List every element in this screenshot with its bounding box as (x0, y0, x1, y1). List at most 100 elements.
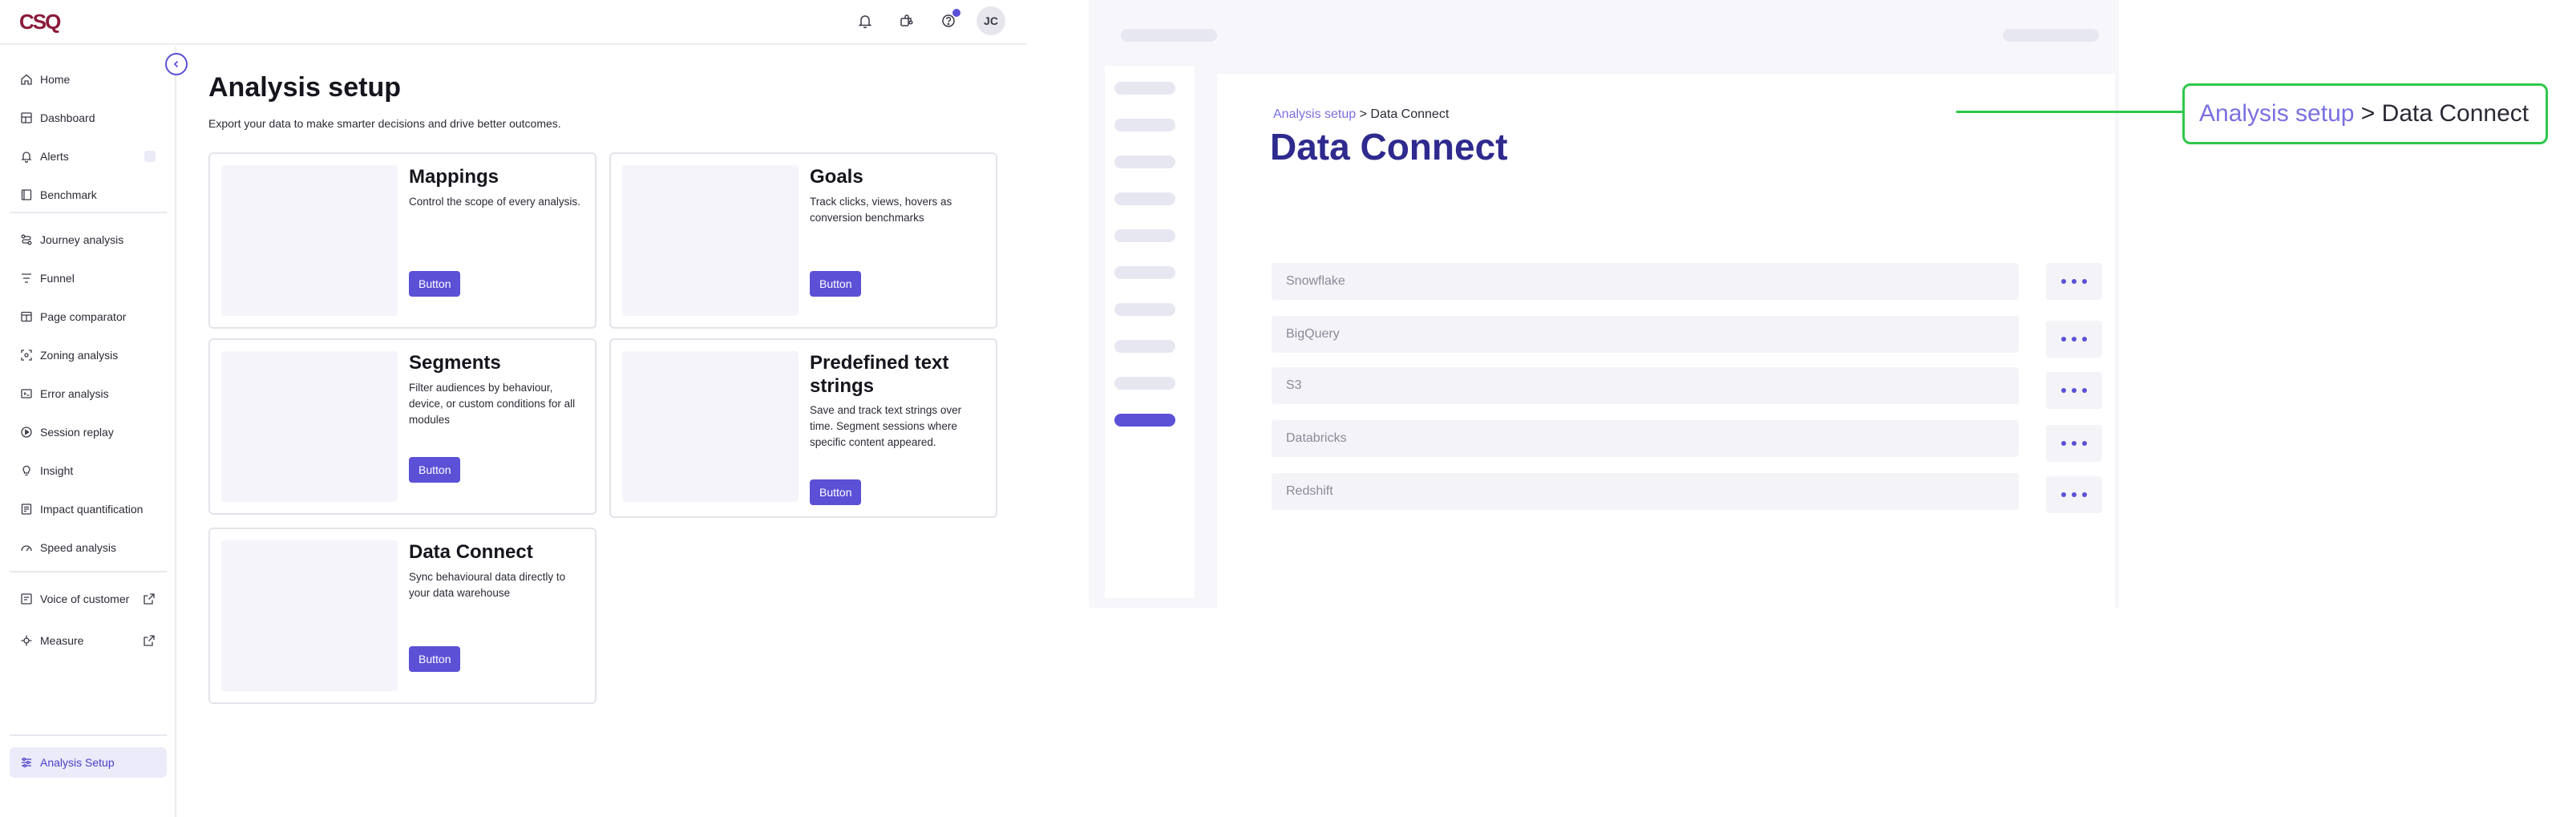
chevron-left-icon (173, 60, 179, 68)
avatar[interactable]: JC (977, 6, 1005, 35)
dot-icon (2072, 388, 2077, 393)
sidebar-item-label: Funnel (40, 272, 75, 285)
sidebar-item-label: Alerts (40, 150, 69, 163)
sidebar-divider (10, 571, 167, 572)
card-thumbnail (622, 165, 799, 316)
placeholder-bar (1114, 303, 1175, 316)
placeholder-bar (1114, 266, 1175, 279)
sidebar-item-alerts[interactable]: Alerts (10, 141, 167, 172)
connector-row-databricks[interactable]: Databricks (1272, 420, 2019, 457)
connector-row-redshift[interactable]: Redshift (1272, 473, 2019, 510)
sidebar-item-speed-analysis[interactable]: Speed analysis (10, 532, 167, 563)
breadcrumb-separator: > (1359, 107, 1367, 121)
app-window: CSQ JC Home Dashboard Alerts Benchmark J… (0, 0, 1026, 817)
dot-icon (2082, 388, 2087, 393)
gauge-icon (19, 540, 34, 555)
breadcrumb-parent-link[interactable]: Analysis setup (1273, 107, 1356, 121)
collapse-sidebar-button[interactable] (165, 53, 188, 75)
card-thumbnail (221, 540, 398, 691)
more-options-button[interactable] (2046, 476, 2102, 513)
goals-button[interactable]: Button (810, 271, 862, 297)
connector-row-s3[interactable]: S3 (1272, 367, 2019, 404)
mappings-button[interactable]: Button (409, 271, 461, 297)
placeholder-bar (2003, 29, 2099, 42)
callout-parent: Analysis setup (2199, 100, 2355, 127)
card-predefined-text-strings: Predefined text strings Save and track t… (609, 338, 997, 518)
sidebar-item-label: Measure (40, 634, 84, 647)
dot-icon (2061, 388, 2066, 393)
card-thumbnail (622, 351, 799, 502)
connector-name: Databricks (1286, 431, 1347, 445)
sidebar-item-dashboard[interactable]: Dashboard (10, 103, 167, 133)
placeholder-bar (1114, 229, 1175, 242)
external-link-icon[interactable] (143, 634, 156, 647)
home-icon (19, 72, 34, 87)
sidebar-item-error-analysis[interactable]: Error analysis (10, 378, 167, 409)
voc-icon (19, 592, 34, 606)
csq-logo[interactable]: CSQ (19, 10, 67, 34)
card-description: Filter audiences by behaviour, device, o… (409, 382, 576, 426)
zoning-icon (19, 348, 34, 362)
sidebar-item-voice-of-customer[interactable]: Voice of customer (10, 584, 167, 614)
preview-sidebar (1105, 66, 1195, 598)
page-subtitle: Export your data to make smarter decisio… (208, 117, 561, 130)
sidebar-item-benchmark[interactable]: Benchmark (10, 180, 167, 210)
card-description: Sync behavioural data directly to your d… (409, 571, 566, 599)
sidebar-item-session-replay[interactable]: Session replay (10, 417, 167, 447)
sidebar-item-measure[interactable]: Measure (10, 625, 167, 656)
placeholder-bar (1114, 156, 1175, 168)
bulb-icon (19, 463, 34, 478)
sidebar-item-insight[interactable]: Insight (10, 455, 167, 486)
predefined-text-strings-button[interactable]: Button (810, 479, 862, 505)
puzzle-icon[interactable] (893, 7, 920, 34)
dashboard-icon (19, 111, 34, 125)
card-data-connect: Data Connect Sync behavioural data direc… (208, 528, 596, 704)
help-icon[interactable] (935, 7, 962, 34)
sidebar-item-label: Speed analysis (40, 541, 116, 554)
connector-row-snowflake[interactable]: Snowflake (1272, 263, 2019, 300)
sidebar-item-journey-analysis[interactable]: Journey analysis (10, 224, 167, 255)
data-connect-preview: Analysis setup > Data Connect Data Conne… (1089, 0, 2119, 608)
sidebar-item-zoning-analysis[interactable]: Zoning analysis (10, 340, 167, 370)
connector-name: Redshift (1286, 484, 1333, 498)
sidebar-divider (10, 734, 167, 736)
dot-icon (2061, 279, 2066, 284)
more-options-button[interactable] (2046, 321, 2102, 358)
preview-main: Analysis setup > Data Connect Data Conne… (1217, 74, 2115, 608)
placeholder-bar-active (1114, 414, 1175, 427)
card-mappings: Mappings Control the scope of every anal… (208, 152, 596, 329)
sidebar-item-funnel[interactable]: Funnel (10, 263, 167, 293)
sidebar-item-impact-quantification[interactable]: Impact quantification (10, 494, 167, 524)
sidebar: Home Dashboard Alerts Benchmark Journey … (0, 47, 176, 817)
dot-icon (2072, 492, 2077, 497)
segments-button[interactable]: Button (409, 457, 461, 483)
error-icon (19, 386, 34, 401)
sidebar-item-analysis-setup[interactable]: Analysis Setup (10, 747, 167, 778)
bell-icon[interactable] (851, 7, 879, 34)
sidebar-item-label: Zoning analysis (40, 349, 119, 362)
card-thumbnail (221, 351, 398, 502)
sidebar-item-page-comparator[interactable]: Page comparator (10, 301, 167, 332)
data-connect-button[interactable]: Button (409, 646, 461, 672)
more-options-button[interactable] (2046, 372, 2102, 409)
funnel-icon (19, 271, 34, 285)
connector-name: Snowflake (1286, 274, 1345, 288)
external-link-icon[interactable] (143, 593, 156, 605)
placeholder-bar (1114, 119, 1175, 131)
connector-row-bigquery[interactable]: BigQuery (1272, 316, 2019, 353)
sidebar-item-label: Page comparator (40, 310, 127, 323)
card-title: Goals (810, 166, 863, 188)
dot-icon (2082, 337, 2087, 342)
settings-sliders-icon (19, 755, 34, 770)
dot-icon (2061, 441, 2066, 446)
more-options-button[interactable] (2046, 263, 2102, 300)
card-goals: Goals Track clicks, views, hovers as con… (609, 152, 997, 329)
more-options-button[interactable] (2046, 425, 2102, 462)
breadcrumb-current: Data Connect (1370, 107, 1450, 121)
dot-icon (2061, 492, 2066, 497)
sidebar-item-label: Home (40, 73, 71, 86)
dot-icon (2082, 492, 2087, 497)
breadcrumb-callout: Analysis setup > Data Connect (2182, 83, 2548, 144)
sidebar-item-label: Session replay (40, 426, 114, 439)
sidebar-item-home[interactable]: Home (10, 64, 167, 95)
